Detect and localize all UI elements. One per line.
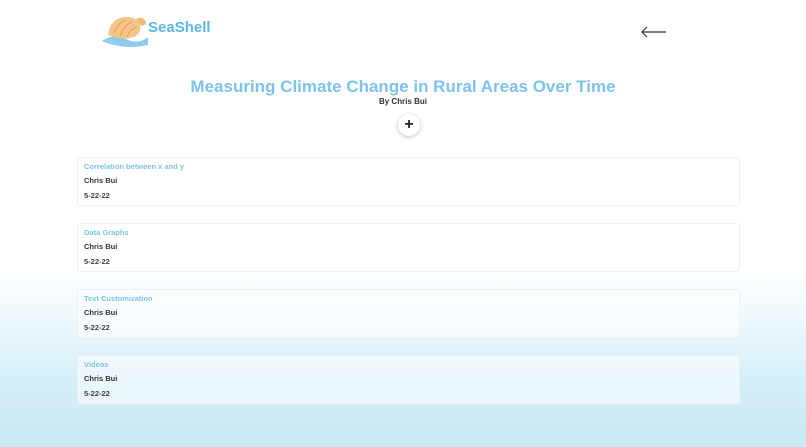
add-button[interactable]: + xyxy=(398,114,420,136)
logo-link[interactable]: SeaShell xyxy=(100,10,230,50)
page-title: Measuring Climate Change in Rural Areas … xyxy=(190,77,616,96)
card-title: Text Customization xyxy=(84,294,153,303)
card-author: Chris Bui xyxy=(84,176,118,185)
card-title: Videos xyxy=(84,360,109,369)
seashell-logo-icon xyxy=(102,16,148,47)
list-item[interactable]: Videos Chris Bui 5-22-22 xyxy=(77,355,740,404)
card-title: Correlation between x and y xyxy=(84,162,185,171)
card-author: Chris Bui xyxy=(84,308,118,317)
card-date: 5-22-22 xyxy=(84,323,110,332)
card-author: Chris Bui xyxy=(84,374,118,383)
card-date: 5-22-22 xyxy=(84,257,110,266)
card-date: 5-22-22 xyxy=(84,389,110,398)
card-date: 5-22-22 xyxy=(84,191,110,200)
back-button[interactable] xyxy=(640,22,668,42)
list-item[interactable]: Text Customization Chris Bui 5-22-22 xyxy=(77,289,740,338)
list-item[interactable]: Correlation between x and y Chris Bui 5-… xyxy=(77,157,740,206)
list-item[interactable]: Data Graphs Chris Bui 5-22-22 xyxy=(77,223,740,272)
plus-icon: + xyxy=(404,116,414,133)
card-title: Data Graphs xyxy=(84,228,129,237)
logo-text: SeaShell xyxy=(148,18,211,36)
card-author: Chris Bui xyxy=(84,242,118,251)
header: SeaShell xyxy=(0,0,806,60)
arrow-left-icon xyxy=(641,26,666,38)
page-byline: By Chris Bui xyxy=(378,97,427,106)
